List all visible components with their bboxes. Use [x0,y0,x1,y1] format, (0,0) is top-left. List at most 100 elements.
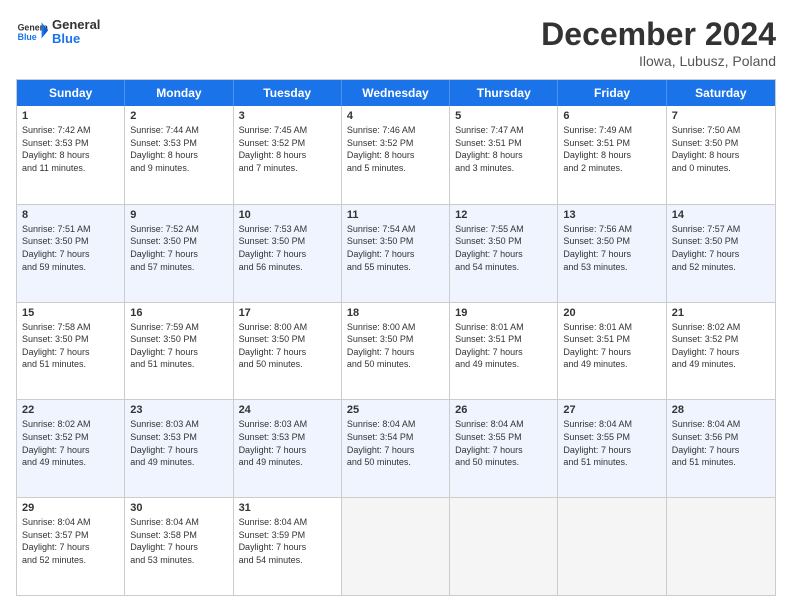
day-cell: 17 Sunrise: 8:00 AM Sunset: 3:50 PM Dayli… [234,303,342,400]
day-cell: 23 Sunrise: 8:03 AM Sunset: 3:53 PM Dayli… [125,400,233,497]
day-cell: 27Sunrise: 8:04 AM Sunset: 3:55 PM Dayli… [558,400,666,497]
day-cell: 7Sunrise: 7:50 AM Sunset: 3:50 PM Daylig… [667,106,775,204]
day-cell: 10Sunrise: 7:53 AM Sunset: 3:50 PM Dayli… [234,205,342,302]
day-number: 12 [455,209,552,221]
day-info: Sunrise: 7:56 AM Sunset: 3:50 PM Dayligh… [563,223,660,273]
day-cell: 31 Sunrise: 8:04 AM Sunset: 3:59 PM Dayli… [234,498,342,595]
day-number: 11 [347,209,444,221]
day-cell: 16 Sunrise: 7:59 AM Sunset: 3:50 PM Dayli… [125,303,233,400]
day-info: Sunrise: 7:47 AM Sunset: 3:51 PM Dayligh… [455,124,552,174]
logo-blue: Blue [52,32,100,46]
day-number: 10 [239,209,336,221]
day-header-sunday: Sunday [17,80,125,106]
day-number: 6 [563,110,660,122]
day-number: 14 [672,209,770,221]
day-info: Sunrise: 7:52 AM Sunset: 3:50 PM Dayligh… [130,223,227,273]
day-info: Sunrise: 8:04 AM Sunset: 3:57 PM Dayligh… [22,516,119,566]
day-number: 3 [239,110,336,122]
day-cell: 18Sunrise: 8:00 AM Sunset: 3:50 PM Dayli… [342,303,450,400]
day-number: 8 [22,209,119,221]
day-number: 9 [130,209,227,221]
day-cell: 19Sunrise: 8:01 AM Sunset: 3:51 PM Dayli… [450,303,558,400]
day-headers: SundayMondayTuesdayWednesdayThursdayFrid… [17,80,775,106]
svg-text:Blue: Blue [18,32,37,42]
subtitle: Ilowa, Lubusz, Poland [541,53,776,69]
day-info: Sunrise: 8:04 AM Sunset: 3:56 PM Dayligh… [672,418,770,468]
day-info: Sunrise: 7:49 AM Sunset: 3:51 PM Dayligh… [563,124,660,174]
day-info: Sunrise: 8:01 AM Sunset: 3:51 PM Dayligh… [563,321,660,371]
day-header-friday: Friday [558,80,666,106]
day-number: 24 [239,404,336,416]
day-info: Sunrise: 7:44 AM Sunset: 3:53 PM Dayligh… [130,124,227,174]
day-info: Sunrise: 8:02 AM Sunset: 3:52 PM Dayligh… [672,321,770,371]
day-info: Sunrise: 8:00 AM Sunset: 3:50 PM Dayligh… [347,321,444,371]
day-cell: 11 Sunrise: 7:54 AM Sunset: 3:50 PM Dayli… [342,205,450,302]
day-number: 20 [563,307,660,319]
day-info: Sunrise: 7:55 AM Sunset: 3:50 PM Dayligh… [455,223,552,273]
day-cell: 21 Sunrise: 8:02 AM Sunset: 3:52 PM Dayli… [667,303,775,400]
day-number: 25 [347,404,444,416]
logo-icon: General Blue [16,16,48,48]
day-cell: 3 Sunrise: 7:45 AM Sunset: 3:52 PM Daylig… [234,106,342,204]
calendar-grid: 1Sunrise: 7:42 AM Sunset: 3:53 PM Daylig… [17,106,775,595]
day-number: 2 [130,110,227,122]
day-info: Sunrise: 8:04 AM Sunset: 3:54 PM Dayligh… [347,418,444,468]
day-info: Sunrise: 7:50 AM Sunset: 3:50 PM Dayligh… [672,124,770,174]
day-cell: 25 Sunrise: 8:04 AM Sunset: 3:54 PM Dayli… [342,400,450,497]
day-info: Sunrise: 7:46 AM Sunset: 3:52 PM Dayligh… [347,124,444,174]
day-number: 28 [672,404,770,416]
day-info: Sunrise: 8:04 AM Sunset: 3:58 PM Dayligh… [130,516,227,566]
day-cell: 15Sunrise: 7:58 AM Sunset: 3:50 PM Dayli… [17,303,125,400]
calendar-row: 29 Sunrise: 8:04 AM Sunset: 3:57 PM Dayli… [17,497,775,595]
day-cell: 24Sunrise: 8:03 AM Sunset: 3:53 PM Dayli… [234,400,342,497]
day-cell: 4 Sunrise: 7:46 AM Sunset: 3:52 PM Daylig… [342,106,450,204]
day-info: Sunrise: 8:04 AM Sunset: 3:59 PM Dayligh… [239,516,336,566]
day-number: 4 [347,110,444,122]
day-info: Sunrise: 8:04 AM Sunset: 3:55 PM Dayligh… [455,418,552,468]
day-number: 16 [130,307,227,319]
day-header-thursday: Thursday [450,80,558,106]
day-info: Sunrise: 7:58 AM Sunset: 3:50 PM Dayligh… [22,321,119,371]
day-info: Sunrise: 8:00 AM Sunset: 3:50 PM Dayligh… [239,321,336,371]
calendar: SundayMondayTuesdayWednesdayThursdayFrid… [16,79,776,596]
day-number: 31 [239,502,336,514]
title-block: December 2024 Ilowa, Lubusz, Poland [541,16,776,69]
day-number: 29 [22,502,119,514]
day-info: Sunrise: 7:54 AM Sunset: 3:50 PM Dayligh… [347,223,444,273]
empty-cell [667,498,775,595]
day-cell: 12 Sunrise: 7:55 AM Sunset: 3:50 PM Dayli… [450,205,558,302]
day-info: Sunrise: 7:57 AM Sunset: 3:50 PM Dayligh… [672,223,770,273]
day-cell: 1Sunrise: 7:42 AM Sunset: 3:53 PM Daylig… [17,106,125,204]
calendar-row: 8 Sunrise: 7:51 AM Sunset: 3:50 PM Daylig… [17,204,775,302]
empty-cell [342,498,450,595]
calendar-row: 22Sunrise: 8:02 AM Sunset: 3:52 PM Dayli… [17,399,775,497]
day-number: 21 [672,307,770,319]
day-number: 17 [239,307,336,319]
day-cell: 9 Sunrise: 7:52 AM Sunset: 3:50 PM Daylig… [125,205,233,302]
day-cell: 29 Sunrise: 8:04 AM Sunset: 3:57 PM Dayli… [17,498,125,595]
empty-cell [450,498,558,595]
day-header-monday: Monday [125,80,233,106]
day-cell: 26 Sunrise: 8:04 AM Sunset: 3:55 PM Dayli… [450,400,558,497]
day-number: 1 [22,110,119,122]
day-number: 5 [455,110,552,122]
calendar-row: 15Sunrise: 7:58 AM Sunset: 3:50 PM Dayli… [17,302,775,400]
day-info: Sunrise: 7:59 AM Sunset: 3:50 PM Dayligh… [130,321,227,371]
day-number: 22 [22,404,119,416]
calendar-row: 1Sunrise: 7:42 AM Sunset: 3:53 PM Daylig… [17,106,775,204]
month-title: December 2024 [541,16,776,53]
day-cell: 20 Sunrise: 8:01 AM Sunset: 3:51 PM Dayli… [558,303,666,400]
day-cell: 22Sunrise: 8:02 AM Sunset: 3:52 PM Dayli… [17,400,125,497]
day-cell: 14 Sunrise: 7:57 AM Sunset: 3:50 PM Dayli… [667,205,775,302]
day-cell: 28 Sunrise: 8:04 AM Sunset: 3:56 PM Dayli… [667,400,775,497]
day-header-saturday: Saturday [667,80,775,106]
day-info: Sunrise: 7:45 AM Sunset: 3:52 PM Dayligh… [239,124,336,174]
day-number: 26 [455,404,552,416]
day-info: Sunrise: 7:51 AM Sunset: 3:50 PM Dayligh… [22,223,119,273]
page-container: General Blue General Blue December 2024 … [0,0,792,612]
day-number: 13 [563,209,660,221]
day-number: 23 [130,404,227,416]
logo-general: General [52,18,100,32]
day-cell: 6 Sunrise: 7:49 AM Sunset: 3:51 PM Daylig… [558,106,666,204]
day-info: Sunrise: 8:03 AM Sunset: 3:53 PM Dayligh… [130,418,227,468]
